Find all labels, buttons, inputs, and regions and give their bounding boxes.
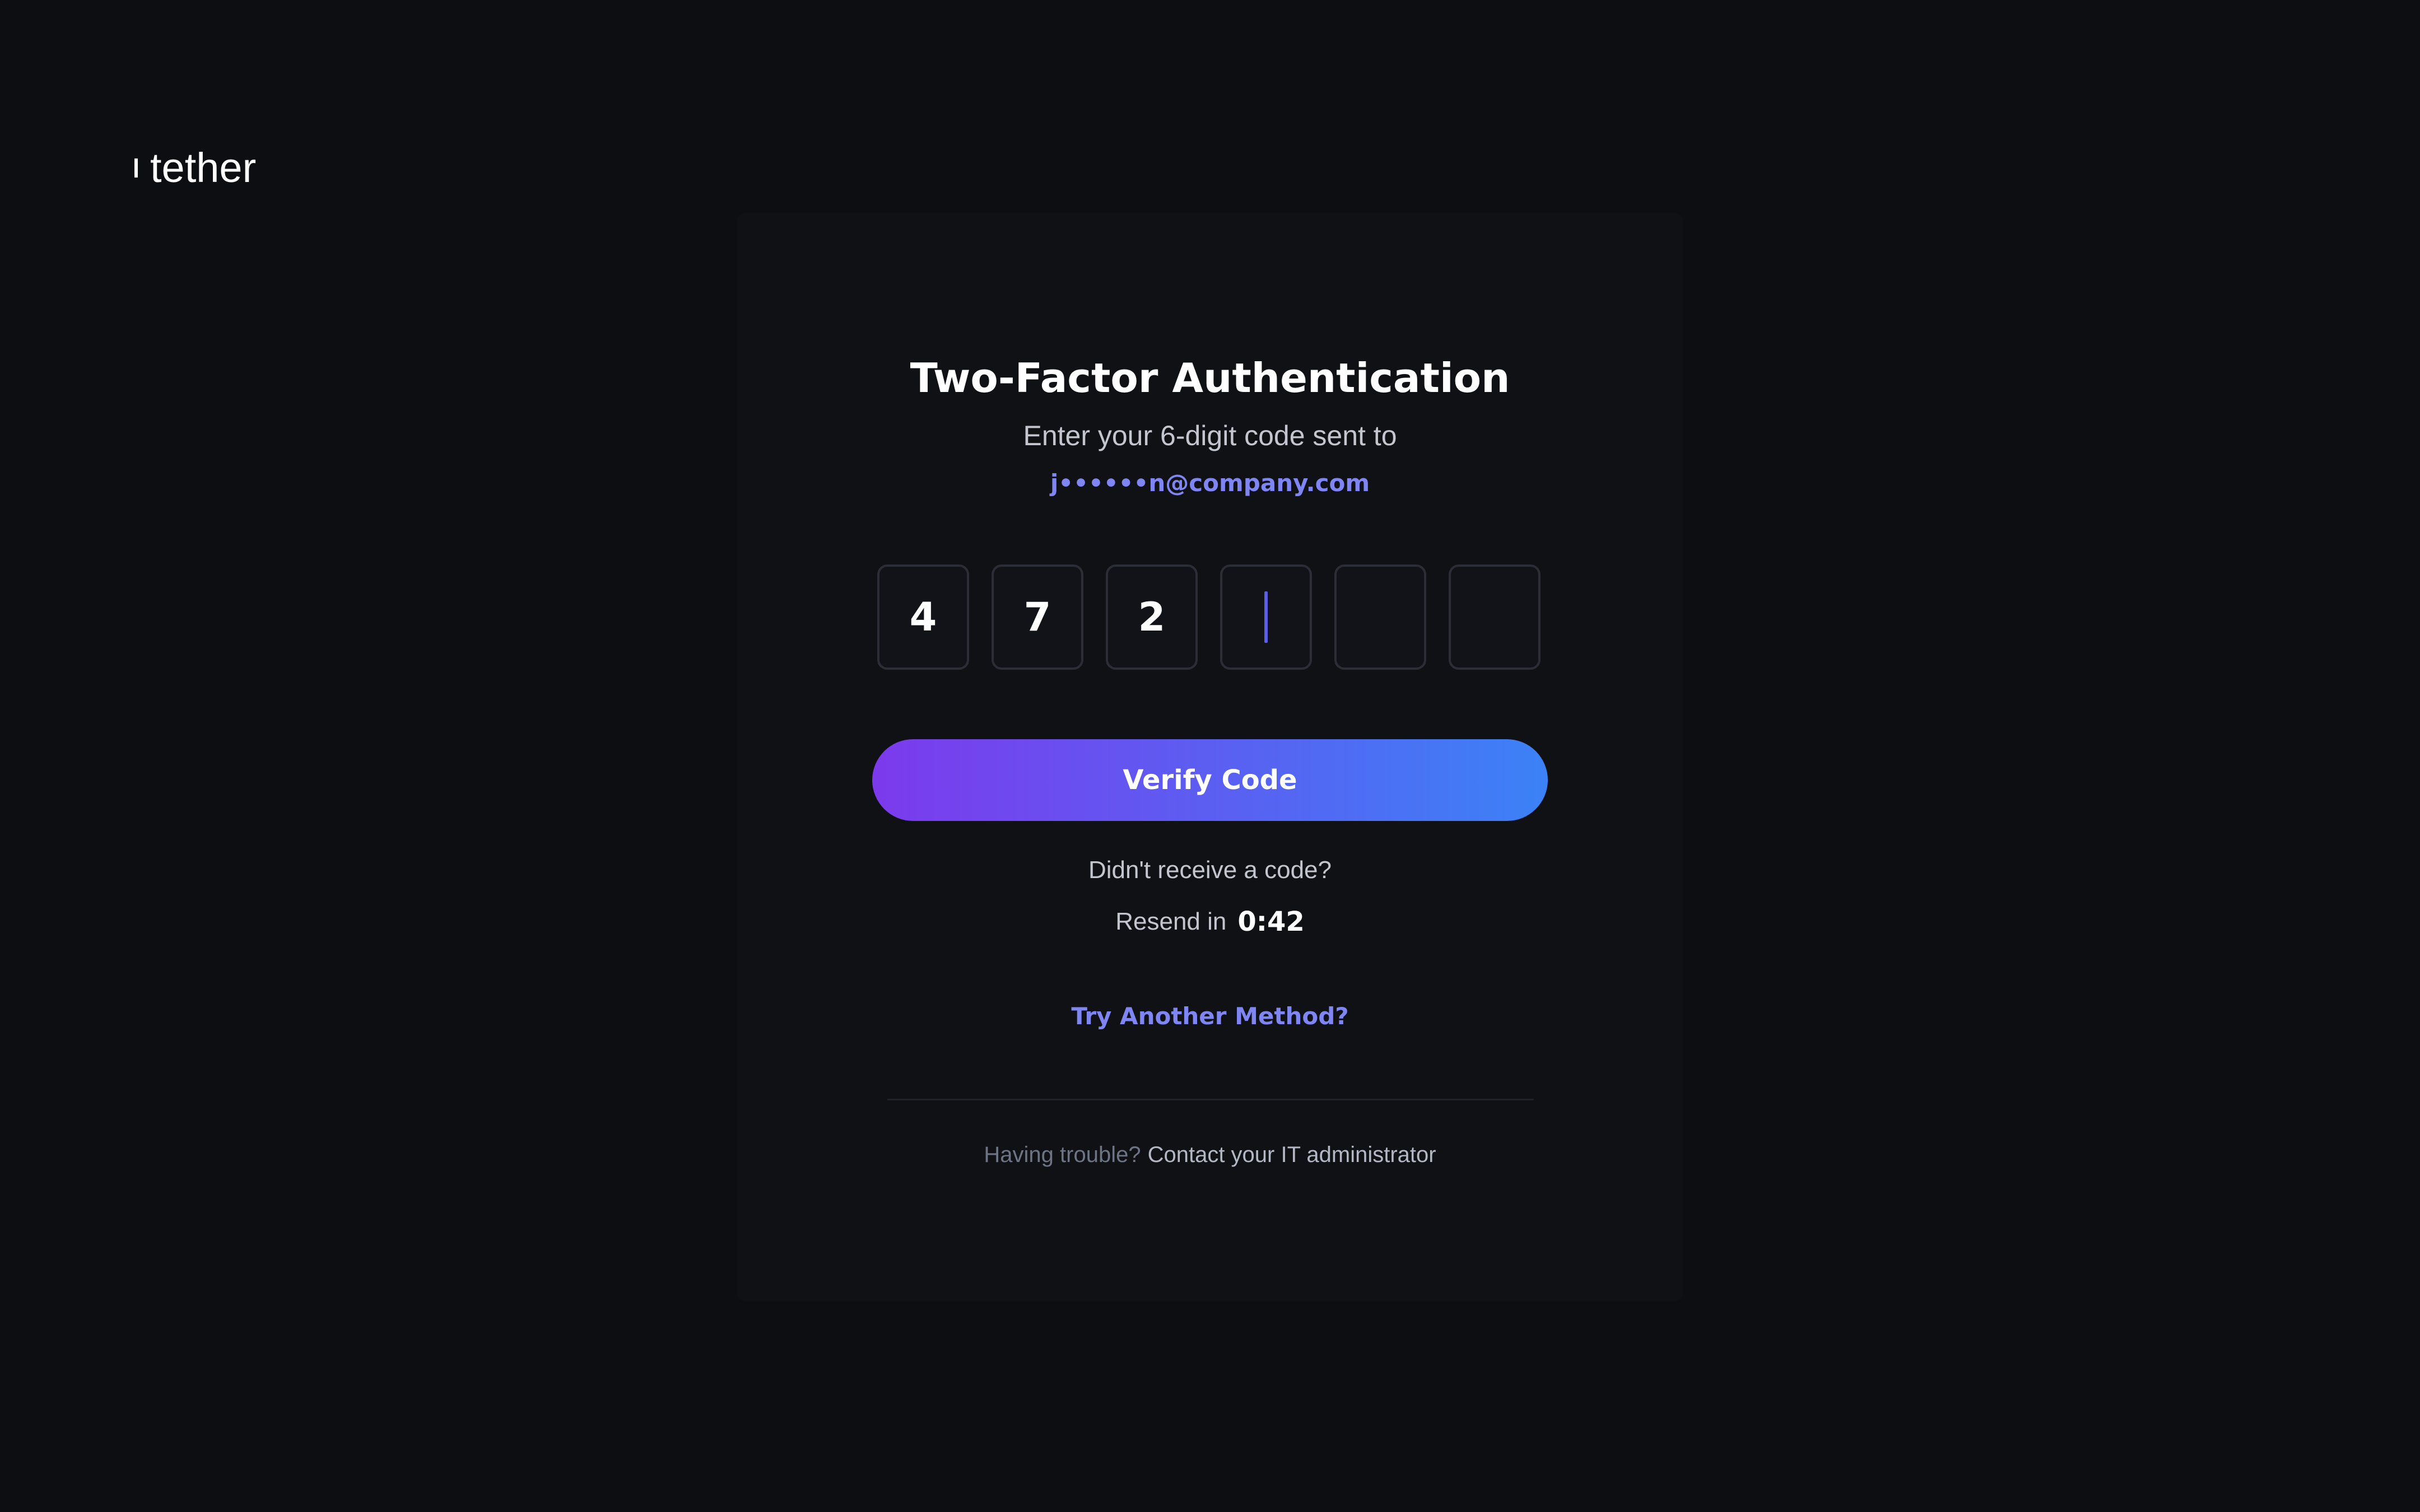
otp-digit-4[interactable] xyxy=(1220,564,1312,670)
verify-code-button[interactable]: Verify Code xyxy=(872,739,1548,821)
resend-label: Resend in xyxy=(1115,908,1227,935)
otp-digit-5[interactable] xyxy=(1334,564,1426,670)
no-code-prompt: Didn't receive a code? xyxy=(1088,856,1332,884)
text-caret xyxy=(1264,591,1268,643)
otp-digit-2[interactable]: 7 xyxy=(992,564,1083,670)
otp-digit-3[interactable]: 2 xyxy=(1106,564,1198,670)
otp-code-input-group: 4 7 2 xyxy=(877,564,1543,672)
trouble-label: Having trouble? xyxy=(984,1142,1141,1167)
try-another-method-link[interactable]: Try Another Method? xyxy=(737,997,1683,1036)
otp-digit-1[interactable]: 4 xyxy=(877,564,969,670)
resend-countdown: 0:42 xyxy=(1237,906,1305,937)
instructions-text: Enter your 6-digit code sent to xyxy=(1023,420,1397,451)
page-title: Two-Factor Authentication xyxy=(910,354,1510,402)
two-factor-card: Two-Factor Authentication Enter your 6-d… xyxy=(737,213,1683,1301)
divider xyxy=(887,1099,1534,1100)
logo-mark-icon xyxy=(134,158,138,178)
otp-digit-6[interactable] xyxy=(1449,564,1541,670)
brand-logo[interactable]: tether xyxy=(134,142,256,194)
brand-name: tether xyxy=(150,144,257,191)
help-row: Having trouble? Contact your IT administ… xyxy=(737,1136,1683,1174)
contact-admin-link[interactable]: Contact your IT administrator xyxy=(1148,1142,1436,1168)
masked-email: j••••••n@company.com xyxy=(1050,469,1370,497)
resend-row: Resend in 0:42 xyxy=(737,899,1683,944)
